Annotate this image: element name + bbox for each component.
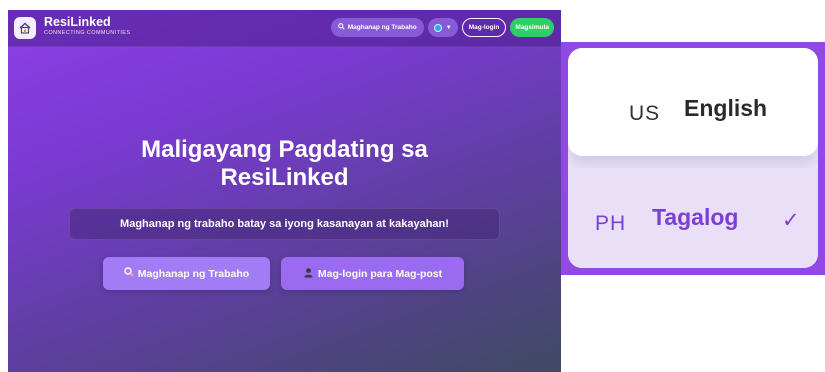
find-jobs-label: Maghanap ng Trabaho bbox=[137, 267, 250, 280]
brand-name: ResiLinked bbox=[44, 15, 111, 29]
top-navbar: ResiLinked CONNECTING COMMUNITIES Maghan… bbox=[8, 10, 561, 47]
language-label-tagalog: Tagalog bbox=[652, 204, 739, 230]
language-code-ph: PH bbox=[595, 212, 627, 235]
magnifier-icon bbox=[124, 267, 134, 280]
language-menu: US English PH Tagalog ✓ bbox=[568, 48, 818, 268]
language-menu-zoom: US English PH Tagalog ✓ bbox=[561, 42, 825, 275]
nav-actions: Maghanap ng Trabaho ▼ Mag-login Magsimul… bbox=[330, 18, 554, 37]
hero-title-line2: ResiLinked bbox=[220, 164, 349, 191]
checkmark-icon: ✓ bbox=[782, 209, 800, 232]
hero-title-line1: Maligayang Pagdating sa bbox=[141, 136, 428, 163]
find-jobs-button[interactable]: Maghanap ng Trabaho bbox=[103, 257, 270, 290]
language-option-tagalog[interactable]: PH Tagalog ✓ bbox=[568, 168, 818, 268]
nav-login-label: Mag-login bbox=[468, 24, 500, 31]
language-label-english: English bbox=[684, 95, 768, 121]
nav-login-button[interactable]: Mag-login bbox=[461, 18, 507, 37]
nav-search-jobs-label: Maghanap ng Trabaho bbox=[347, 24, 417, 31]
nav-start-button[interactable]: Magsimula bbox=[510, 18, 554, 37]
app-screenshot: ResiLinked CONNECTING COMMUNITIES Maghan… bbox=[8, 10, 561, 372]
hero-subtitle: Maghanap ng trabaho batay sa iyong kasan… bbox=[69, 208, 500, 240]
language-option-english[interactable]: US English bbox=[568, 48, 818, 156]
globe-icon bbox=[433, 23, 442, 32]
nav-start-label: Magsimula bbox=[515, 24, 549, 31]
hero-title: Maligayang Pagdating sa ResiLinked bbox=[8, 136, 561, 192]
login-to-post-label: Mag-login para Mag-post bbox=[317, 267, 443, 280]
chevron-down-icon: ▼ bbox=[445, 24, 452, 31]
brand-tagline: CONNECTING COMMUNITIES bbox=[44, 30, 131, 36]
hero-subtitle-text: Maghanap ng trabaho batay sa iyong kasan… bbox=[120, 218, 449, 230]
language-dropdown[interactable]: ▼ bbox=[427, 18, 458, 37]
magnifier-icon bbox=[337, 23, 345, 32]
house-icon[interactable] bbox=[14, 17, 36, 39]
language-code-us: US bbox=[629, 102, 661, 125]
login-to-post-button[interactable]: Mag-login para Mag-post bbox=[281, 257, 464, 290]
person-icon bbox=[303, 267, 314, 281]
brand[interactable]: ResiLinked CONNECTING COMMUNITIES bbox=[44, 16, 130, 37]
nav-search-jobs-button[interactable]: Maghanap ng Trabaho bbox=[330, 18, 424, 37]
